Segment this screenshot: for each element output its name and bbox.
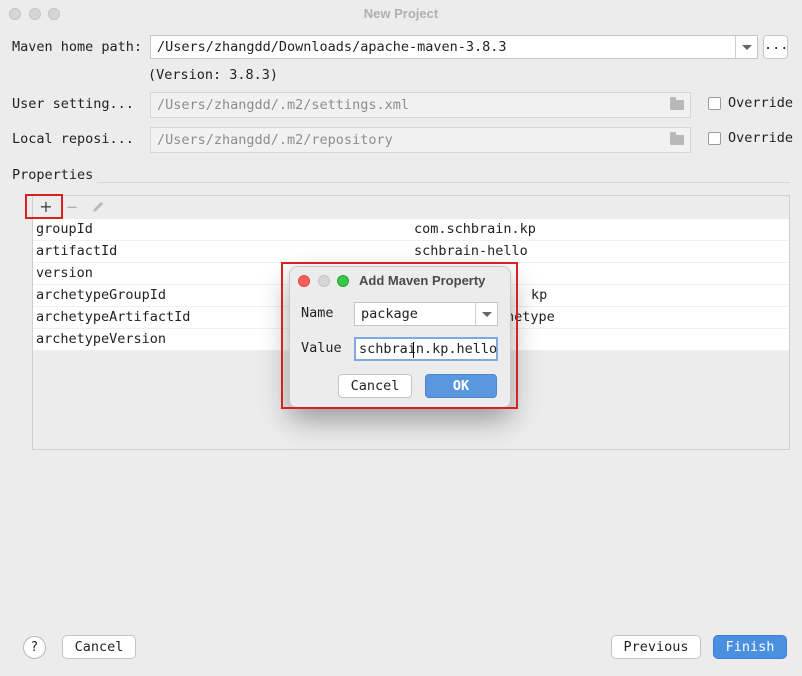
property-key: archetypeArtifactId	[36, 309, 191, 325]
title-bar: New Project	[0, 0, 802, 28]
cancel-button[interactable]: Cancel	[62, 635, 136, 659]
new-project-window: New Project Maven home path: /Users/zhan…	[0, 0, 802, 676]
help-button[interactable]: ?	[23, 636, 46, 659]
local-repo-value: /Users/zhangdd/.m2/repository	[157, 132, 393, 148]
property-key: artifactId	[36, 243, 118, 259]
property-key: archetypeGroupId	[36, 287, 167, 303]
pencil-icon	[93, 202, 103, 212]
local-repo-label: Local reposi...	[12, 131, 134, 147]
user-settings-override-checkbox[interactable]	[708, 97, 721, 110]
properties-separator	[97, 182, 790, 183]
property-key: archetypeVersion	[36, 331, 167, 347]
edit-property-button[interactable]	[88, 197, 108, 217]
maven-home-value: /Users/zhangdd/Downloads/apache-maven-3.…	[157, 39, 507, 55]
local-repo-override-label: Override	[728, 130, 794, 146]
browse-maven-home-button[interactable]: ...	[763, 35, 788, 59]
folder-icon[interactable]	[670, 132, 684, 145]
maven-home-combo[interactable]: /Users/zhangdd/Downloads/apache-maven-3.…	[150, 35, 758, 59]
chevron-down-icon[interactable]	[735, 36, 757, 58]
table-row[interactable]: groupId com.schbrain.kp	[33, 219, 789, 241]
dialog-highlight	[281, 262, 518, 409]
property-value: kp	[531, 287, 548, 303]
property-key: groupId	[36, 221, 93, 237]
remove-property-button[interactable]: −	[62, 197, 82, 217]
user-settings-field[interactable]: /Users/zhangdd/.m2/settings.xml	[150, 92, 691, 118]
finish-button[interactable]: Finish	[713, 635, 787, 659]
property-key: version	[36, 265, 93, 281]
properties-title: Properties	[12, 167, 94, 183]
local-repo-field[interactable]: /Users/zhangdd/.m2/repository	[150, 127, 691, 153]
user-settings-value: /Users/zhangdd/.m2/settings.xml	[157, 97, 409, 113]
previous-button[interactable]: Previous	[611, 635, 701, 659]
local-repo-override-checkbox[interactable]	[708, 132, 721, 145]
table-row[interactable]: artifactId schbrain-hello	[33, 241, 789, 263]
maven-home-label: Maven home path:	[12, 39, 143, 55]
user-settings-label: User setting...	[12, 96, 134, 112]
folder-icon[interactable]	[670, 97, 684, 110]
maven-version-note: (Version: 3.8.3)	[148, 67, 279, 83]
property-value: schbrain-hello	[414, 243, 528, 259]
user-settings-override-label: Override	[728, 95, 794, 111]
property-value: com.schbrain.kp	[414, 221, 536, 237]
window-title: New Project	[363, 6, 439, 21]
add-button-highlight	[25, 194, 63, 219]
